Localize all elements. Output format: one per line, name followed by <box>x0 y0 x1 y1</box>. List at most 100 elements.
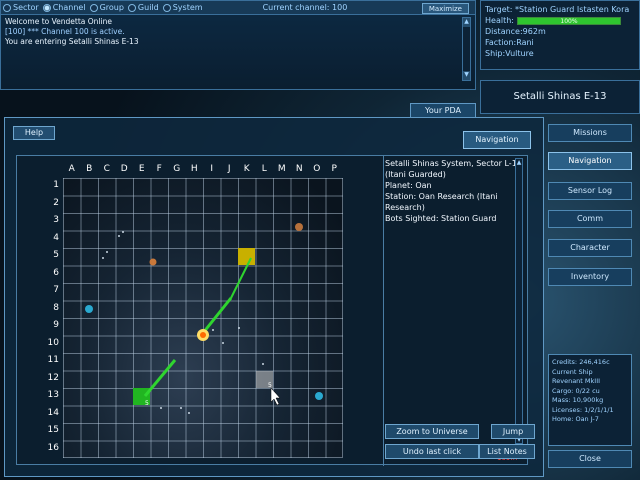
chat-line: You are entering Setalli Shinas E-13 <box>5 37 139 46</box>
ship-info-line: Home: Oan J-7 <box>552 415 599 423</box>
row-label: 9 <box>53 320 59 330</box>
row-label: 4 <box>53 232 59 243</box>
target-name: Target: *Station Guard Istasten Kora <box>485 5 630 14</box>
side-menu-navigation[interactable]: Navigation <box>548 152 632 170</box>
target-distance: Distance:962m <box>485 27 546 36</box>
chat-log: Welcome to Vendetta Online [100] *** Cha… <box>1 15 475 49</box>
side-menu-sensor-log[interactable]: Sensor Log <box>548 182 632 200</box>
route-overlay <box>85 223 323 414</box>
scroll-down-icon[interactable]: ▼ <box>463 71 470 80</box>
asteroid-field <box>102 231 264 414</box>
column-label: I <box>210 164 214 174</box>
radio-icon <box>162 3 171 12</box>
sector-title: Setalli Shinas E-13 <box>480 80 640 114</box>
ship-info-panel: Credits: 246,416c Current Ship Revenant … <box>548 354 632 446</box>
chat-tab-system[interactable]: System <box>162 3 203 12</box>
radio-icon <box>89 3 98 12</box>
chat-line: [100] *** Channel 100 is active. <box>5 27 125 36</box>
row-label: 15 <box>47 425 59 435</box>
column-label: N <box>295 164 303 174</box>
help-button[interactable]: Help <box>13 126 55 140</box>
side-menu-comm[interactable]: Comm <box>548 210 632 228</box>
sun-core <box>200 332 206 338</box>
route-segment <box>143 359 177 397</box>
row-label: 11 <box>47 355 59 365</box>
row-label: 2 <box>53 197 59 208</box>
radio-selected-icon <box>42 3 51 12</box>
column-label: A <box>68 164 75 174</box>
radio-icon <box>3 3 11 12</box>
chat-tab-channel[interactable]: Channel <box>42 3 86 12</box>
row-label: 5 <box>53 250 59 260</box>
sector-grid[interactable]: 5 5 <box>63 178 343 458</box>
health-percent: 100% <box>560 17 578 25</box>
radio-icon <box>127 3 136 12</box>
column-label: K <box>243 164 250 174</box>
ship-info-line: Mass: 10,900kg <box>552 396 604 404</box>
side-menu-inventory[interactable]: Inventory <box>548 268 632 286</box>
scroll-up-icon[interactable]: ▲ <box>463 18 470 27</box>
route-segment <box>201 297 233 334</box>
chat-tabs: Sector Channel Group Guild System Curren… <box>1 1 475 15</box>
row-label: 14 <box>47 407 59 418</box>
column-label: J <box>227 164 231 174</box>
ship-info-line: Licenses: 1/2/1/1/1 <box>552 405 614 414</box>
chat-scrollbar[interactable]: ▲ ▼ <box>462 17 471 81</box>
ship-info-line: Current Ship <box>552 367 593 376</box>
column-label: G <box>173 164 181 174</box>
navigation-map: ABCDEFGHIJKLMNOP 1 2 3 4 5 6 7 8 9 10 11 12 13 14 15 16… <box>16 155 528 466</box>
health-bar: 100% <box>516 16 621 25</box>
divider <box>383 156 384 466</box>
navigation-header-button[interactable]: Navigation <box>463 131 531 149</box>
wormhole-icon <box>315 392 323 400</box>
planet-icon <box>149 258 157 266</box>
health-label: Health: <box>485 16 514 25</box>
column-label: P <box>331 164 337 174</box>
row-label: 1 <box>53 180 59 190</box>
column-label: C <box>103 164 110 174</box>
target-info-panel: Target: *Station Guard Istasten Kora Hea… <box>480 0 640 70</box>
row-label: 16 <box>47 442 59 453</box>
chat-tab-group[interactable]: Group <box>89 3 124 12</box>
scroll-up-icon[interactable]: ▲ <box>516 159 522 166</box>
column-label: O <box>313 164 321 174</box>
info-scrollbar[interactable]: ▲ ▼ <box>515 158 523 444</box>
target-health: Health: 100% <box>485 15 635 26</box>
mouse-cursor-icon <box>270 387 281 406</box>
pda-tab[interactable]: Your PDA <box>410 103 476 117</box>
column-label: B <box>86 164 93 174</box>
zoom-to-universe-button[interactable]: Zoom to Universe <box>385 424 479 439</box>
chat-line: Welcome to Vendetta Online <box>5 17 112 26</box>
row-label: 10 <box>47 337 59 348</box>
list-notes-button[interactable]: List Notes <box>479 444 535 459</box>
column-label: F <box>156 164 162 174</box>
undo-last-click-button[interactable]: Undo last click <box>385 444 479 459</box>
side-menu-character[interactable]: Character <box>548 239 632 257</box>
chat-tab-guild[interactable]: Guild <box>127 3 159 12</box>
chat-tab-sector[interactable]: Sector <box>3 3 39 12</box>
ship-info-line: Cargo: 0/22 cu <box>552 386 600 395</box>
row-label: 13 <box>47 390 59 400</box>
ship-info-line: Revenant MkIII <box>552 377 601 385</box>
route-segment <box>230 257 252 299</box>
column-label: H <box>190 164 198 174</box>
column-label: E <box>138 164 145 174</box>
maximize-button[interactable]: Maximize <box>421 3 469 14</box>
sector-info-line: Planet: Oan <box>385 181 432 190</box>
column-label: D <box>120 164 128 174</box>
column-label: M <box>277 164 286 174</box>
close-button[interactable]: Close <box>548 450 632 468</box>
jump-button[interactable]: Jump <box>491 424 535 439</box>
wormhole-icon <box>85 305 93 313</box>
sector-info-line: Bots Sighted: Station Guard <box>385 214 497 223</box>
target-faction: Faction:Rani <box>485 38 534 47</box>
row-label: 6 <box>53 267 59 278</box>
sector-info: Setalli Shinas System, Sector L-12 (Itan… <box>385 158 525 224</box>
chat-panel: Sector Channel Group Guild System Curren… <box>0 0 476 90</box>
side-menu-missions[interactable]: Missions <box>548 124 632 142</box>
row-label: 8 <box>53 302 59 313</box>
pda-window: Help Navigation ABCDEFGHIJKLMNOP 1234567… <box>4 117 544 477</box>
sector-info-line: Station: Oan Research (Itani Research) <box>385 192 498 212</box>
column-label: L <box>261 164 267 174</box>
target-ship: Ship:Vulture <box>485 49 534 58</box>
